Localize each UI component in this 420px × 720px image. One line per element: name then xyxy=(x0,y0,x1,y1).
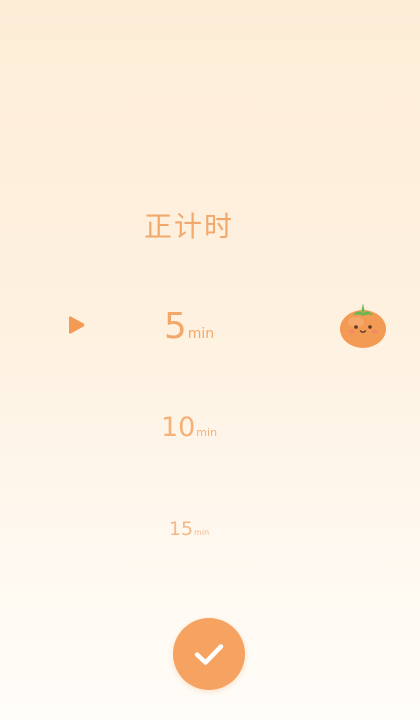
option-unit: min xyxy=(187,326,215,342)
option-value: 5 xyxy=(163,306,187,347)
duration-option-5[interactable]: 5min xyxy=(0,306,378,347)
duration-option-15[interactable]: 15min xyxy=(0,518,378,540)
check-icon xyxy=(194,644,224,665)
tomato-mascot-icon xyxy=(340,303,386,348)
timer-duration-picker-screen: 正计时 5min 10min 15min xyxy=(0,0,420,720)
option-value: 15 xyxy=(168,518,194,540)
confirm-button[interactable] xyxy=(173,618,245,690)
option-unit: min xyxy=(194,528,210,537)
option-value: 10 xyxy=(160,412,196,443)
duration-option-10[interactable]: 10min xyxy=(0,412,378,443)
picker-title: 正计时 xyxy=(143,210,234,243)
option-unit: min xyxy=(196,426,218,439)
